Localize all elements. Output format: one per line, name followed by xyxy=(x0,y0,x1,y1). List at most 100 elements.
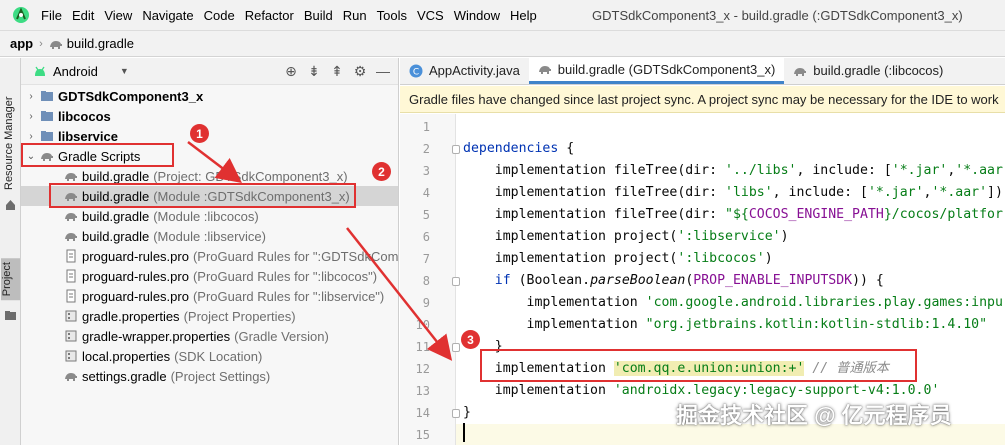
expand-all-icon[interactable]: ⇞ xyxy=(328,62,346,80)
tree-file[interactable]: gradle-wrapper.properties (Gradle Versio… xyxy=(21,326,398,346)
annotation-box-union-dependency xyxy=(480,349,917,382)
code-token: 'androidx.legacy:legacy-support-v4:1.0.0… xyxy=(613,383,940,398)
code-token: implementation xyxy=(463,317,646,332)
tree-module-gdtsdk[interactable]: › GDTSdkComponent3_x xyxy=(21,86,398,106)
line-number: 2 xyxy=(422,142,430,156)
code-token: , include: [ xyxy=(772,185,868,200)
tree-module-libcocos[interactable]: › libcocos xyxy=(21,106,398,126)
tree-file[interactable]: build.gradle (Module :libcocos) xyxy=(21,206,398,226)
menu-file[interactable]: File xyxy=(36,8,67,23)
code-line-4: implementation fileTree(dir: 'libs', inc… xyxy=(463,182,1005,204)
file-name: build.gradle xyxy=(82,168,150,184)
code-token: "${ xyxy=(725,207,749,222)
gear-icon[interactable]: ⚙ xyxy=(351,62,369,80)
code-line-6: implementation project(':libservice') xyxy=(463,226,1005,248)
line-number: 6 xyxy=(422,230,430,244)
collapse-all-icon[interactable]: ⇟ xyxy=(305,62,323,80)
code-area[interactable]: dependencies { implementation fileTree(d… xyxy=(456,114,1005,445)
expand-arrow-icon[interactable]: › xyxy=(25,111,37,122)
gradle-elephant-icon xyxy=(49,40,62,49)
code-token: PROP_ENABLE_INPUTSDK xyxy=(693,273,853,288)
menu-tools[interactable]: Tools xyxy=(372,8,412,23)
view-selector[interactable]: Android xyxy=(53,64,98,79)
tab-build-gradle-app[interactable]: build.gradle (GDTSdkComponent3_x) xyxy=(528,58,785,84)
menu-vcs[interactable]: VCS xyxy=(412,8,449,23)
menu-edit[interactable]: Edit xyxy=(67,8,99,23)
expand-arrow-icon[interactable]: › xyxy=(25,131,37,142)
line-number: 7 xyxy=(422,252,430,266)
step-badge-1: 1 xyxy=(190,124,209,143)
project-panel-header: Android ▼ ⊕ ⇟ ⇞ ⚙ — xyxy=(21,58,398,85)
tab-label: AppActivity.java xyxy=(429,63,520,78)
code-token: implementation xyxy=(463,295,646,310)
file-name: proguard-rules.pro xyxy=(82,268,189,284)
tree-label: GDTSdkComponent3_x xyxy=(58,88,204,104)
locate-icon[interactable]: ⊕ xyxy=(282,62,300,80)
file-hint: (Module :libservice) xyxy=(153,228,266,244)
code-token: }/cocos/platfor xyxy=(883,207,1003,222)
line-number: 14 xyxy=(415,406,430,420)
annotation-box-module-build-gradle xyxy=(49,183,356,208)
code-line-7: implementation project(':libcocos') xyxy=(463,248,1005,270)
file-name: build.gradle xyxy=(82,208,150,224)
line-number: 10 xyxy=(415,318,430,332)
line-number: 3 xyxy=(422,164,430,178)
tree-file[interactable]: proguard-rules.pro (ProGuard Rules for "… xyxy=(21,266,398,286)
tree-file[interactable]: local.properties (SDK Location) xyxy=(21,346,398,366)
menu-build[interactable]: Build xyxy=(299,8,338,23)
code-token: 'libs' xyxy=(725,185,773,200)
text-file-icon xyxy=(66,269,76,283)
menu-navigate[interactable]: Navigate xyxy=(137,8,198,23)
menu-refactor[interactable]: Refactor xyxy=(240,8,299,23)
code-line-10: implementation "org.jetbrains.kotlin:kot… xyxy=(463,314,1005,336)
minimize-icon[interactable]: — xyxy=(374,62,392,80)
tree-label: libservice xyxy=(58,128,118,144)
file-hint: (SDK Location) xyxy=(174,348,263,364)
gradle-elephant-icon xyxy=(65,173,77,181)
file-hint: (Module :libcocos) xyxy=(153,208,259,224)
sync-notification-banner: Gradle files have changed since last pro… xyxy=(400,86,1005,113)
line-number: 13 xyxy=(415,384,430,398)
menu-window[interactable]: Window xyxy=(449,8,505,23)
file-name: settings.gradle xyxy=(82,368,167,384)
tab-label: build.gradle (GDTSdkComponent3_x) xyxy=(557,61,776,77)
code-line-5: implementation fileTree(dir: "${COCOS_EN… xyxy=(463,204,1005,226)
menu-run[interactable]: Run xyxy=(338,8,372,23)
tab-appactivity[interactable]: C AppActivity.java xyxy=(400,58,529,84)
tree-file[interactable]: gradle.properties (Project Properties) xyxy=(21,306,398,326)
tree-file[interactable]: proguard-rules.pro (ProGuard Rules for "… xyxy=(21,246,398,266)
tree-label: libcocos xyxy=(58,108,111,124)
code-token: ':libservice' xyxy=(677,229,781,244)
breadcrumb-file[interactable]: build.gradle xyxy=(67,36,134,51)
code-line-2: dependencies { xyxy=(463,138,1005,160)
text-file-icon xyxy=(66,289,76,303)
gradle-elephant-icon xyxy=(65,213,77,221)
code-token: implementation fileTree(dir: xyxy=(463,185,726,200)
code-token: ) xyxy=(764,251,773,266)
resource-manager-tab[interactable]: Resource Manager xyxy=(3,70,15,190)
code-token: '*.jar' xyxy=(867,185,924,200)
gradle-elephant-icon xyxy=(65,373,77,381)
menu-code[interactable]: Code xyxy=(199,8,240,23)
line-number: 9 xyxy=(422,296,430,310)
expand-arrow-icon[interactable]: › xyxy=(25,91,37,102)
code-token: '*.aar' xyxy=(931,185,988,200)
code-token: '*.jar' xyxy=(891,163,948,178)
menu-view[interactable]: View xyxy=(99,8,137,23)
code-token: "org.jetbrains.kotlin:kotlin-stdlib:1.4.… xyxy=(645,317,988,332)
tree-file[interactable]: settings.gradle (Project Settings) xyxy=(21,366,398,386)
chevron-down-icon[interactable]: ▼ xyxy=(120,66,129,76)
tree-file[interactable]: proguard-rules.pro (ProGuard Rules for "… xyxy=(21,286,398,306)
tree-file[interactable]: build.gradle (Module :libservice) xyxy=(21,226,398,246)
tab-build-gradle-libcocos[interactable]: build.gradle (:libcocos) xyxy=(784,58,952,84)
line-number: 8 xyxy=(422,274,430,288)
text-caret xyxy=(463,423,465,442)
file-hint: (Project Settings) xyxy=(170,368,271,384)
breadcrumb-app[interactable]: app xyxy=(10,36,33,51)
menu-help[interactable]: Help xyxy=(505,8,542,23)
code-token: } xyxy=(463,405,471,420)
code-token: , include: [ xyxy=(796,163,892,178)
project-tab[interactable]: Project xyxy=(1,258,20,301)
code-token: ':libcocos' xyxy=(677,251,765,266)
file-name: gradle-wrapper.properties xyxy=(82,328,231,344)
